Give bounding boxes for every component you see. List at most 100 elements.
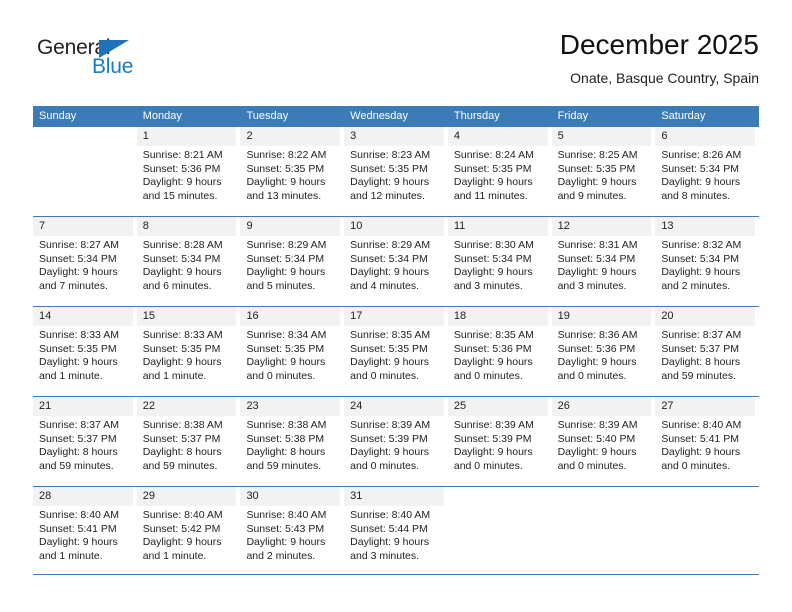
calendar-day-cell[interactable]: 18 Sunrise: 8:35 AM Sunset: 5:36 PM Dayligh… <box>447 307 552 396</box>
day-sunrise-text: Sunrise: 8:33 AM <box>39 329 119 341</box>
calendar-day-cell[interactable]: 25 Sunrise: 8:39 AM Sunset: 5:39 PM Dayligh… <box>447 397 552 486</box>
day-details: Sunrise: 8:37 AM Sunset: 5:37 PM Daylight:… <box>655 326 755 383</box>
calendar-week-row: 21 Sunrise: 8:37 AM Sunset: 5:37 PM Dayligh… <box>33 396 759 486</box>
calendar-day-cell[interactable]: 24 Sunrise: 8:39 AM Sunset: 5:39 PM Dayligh… <box>344 397 448 486</box>
calendar-page: General Blue December 2025 Onate, Basque… <box>0 0 792 612</box>
day-daylight-line2-text: and 9 minutes. <box>557 189 627 202</box>
title-block: December 2025 Onate, Basque Country, Spa… <box>560 28 759 88</box>
calendar-day-cell[interactable]: 28 Sunrise: 8:40 AM Sunset: 5:41 PM Dayligh… <box>33 487 137 574</box>
calendar-day-cell[interactable]: 13 Sunrise: 8:32 AM Sunset: 5:34 PM Dayligh… <box>655 217 759 306</box>
day-daylight-line1-text: Daylight: 9 hours <box>350 446 429 459</box>
day-daylight-line1-text: Daylight: 9 hours <box>661 266 741 279</box>
day-daylight-line2-text: and 13 minutes. <box>246 189 322 202</box>
calendar-day-cell[interactable]: 6 Sunrise: 8:26 AM Sunset: 5:34 PM Daylight… <box>655 127 759 216</box>
general-blue-logo[interactable]: General Blue <box>37 36 217 88</box>
day-number: 31 <box>344 487 444 506</box>
day-sunset-text: Sunset: 5:35 PM <box>246 342 325 355</box>
day-sunset-text: Sunset: 5:42 PM <box>142 522 221 535</box>
day-details: Sunrise: 8:32 AM Sunset: 5:34 PM Daylight:… <box>655 236 755 293</box>
day-daylight-line1-text: Daylight: 9 hours <box>350 356 429 369</box>
calendar-day-cell[interactable]: 30 Sunrise: 8:40 AM Sunset: 5:43 PM Dayligh… <box>240 487 344 574</box>
day-sunrise-text: Sunrise: 8:31 AM <box>557 239 638 251</box>
calendar-day-cell[interactable]: 10 Sunrise: 8:29 AM Sunset: 5:34 PM Dayligh… <box>344 217 448 306</box>
day-details: Sunrise: 8:29 AM Sunset: 5:34 PM Daylight:… <box>240 236 340 293</box>
day-daylight-line1-text: Daylight: 9 hours <box>557 266 637 279</box>
day-details: Sunrise: 8:37 AM Sunset: 5:37 PM Daylight:… <box>33 416 133 473</box>
day-number: 25 <box>447 397 548 416</box>
day-sunset-text: Sunset: 5:36 PM <box>142 162 221 175</box>
day-daylight-line2-text: and 0 minutes. <box>453 459 523 472</box>
day-daylight-line1-text: Daylight: 8 hours <box>142 446 222 459</box>
day-sunset-text: Sunset: 5:34 PM <box>350 252 428 265</box>
day-daylight-line2-text: and 59 minutes. <box>661 369 737 382</box>
day-sunrise-text: Sunrise: 8:26 AM <box>661 149 742 161</box>
day-sunset-text: Sunset: 5:37 PM <box>39 432 117 445</box>
calendar-day-cell[interactable]: 31 Sunrise: 8:40 AM Sunset: 5:44 PM Dayligh… <box>344 487 448 574</box>
day-details: Sunrise: 8:30 AM Sunset: 5:34 PM Daylight:… <box>448 236 548 293</box>
calendar-day-cell[interactable]: 14 Sunrise: 8:33 AM Sunset: 5:35 PM Dayligh… <box>33 307 137 396</box>
day-daylight-line1-text: Daylight: 9 hours <box>661 446 741 459</box>
day-number: 26 <box>551 397 652 416</box>
day-daylight-line1-text: Daylight: 9 hours <box>246 266 326 279</box>
calendar-day-cell[interactable]: 17 Sunrise: 8:35 AM Sunset: 5:35 PM Dayligh… <box>344 307 448 396</box>
day-number: 5 <box>551 127 652 146</box>
day-number: 20 <box>655 307 756 326</box>
calendar-day-cell[interactable]: 23 Sunrise: 8:38 AM Sunset: 5:38 PM Dayligh… <box>240 397 344 486</box>
day-details: Sunrise: 8:40 AM Sunset: 5:41 PM Daylight:… <box>33 506 133 563</box>
calendar-day-cell[interactable]: 22 Sunrise: 8:38 AM Sunset: 5:37 PM Dayligh… <box>136 397 241 486</box>
day-details: Sunrise: 8:39 AM Sunset: 5:39 PM Daylight:… <box>448 416 548 473</box>
calendar-day-cell[interactable]: 11 Sunrise: 8:30 AM Sunset: 5:34 PM Dayligh… <box>447 217 552 306</box>
day-number: 16 <box>240 307 341 326</box>
calendar-day-cell[interactable]: 21 Sunrise: 8:37 AM Sunset: 5:37 PM Dayligh… <box>33 397 137 486</box>
calendar-day-cell[interactable]: 9 Sunrise: 8:29 AM Sunset: 5:34 PM Daylight… <box>240 217 344 306</box>
weekday-header-row: Sunday Monday Tuesday Wednesday Thursday Frid… <box>33 106 759 126</box>
day-daylight-line2-text: and 0 minutes. <box>557 459 627 472</box>
day-sunset-text: Sunset: 5:37 PM <box>142 432 221 445</box>
calendar-day-cell[interactable]: 27 Sunrise: 8:40 AM Sunset: 5:41 PM Dayligh… <box>655 397 759 486</box>
calendar-day-cell[interactable]: 5 Sunrise: 8:25 AM Sunset: 5:35 PM Daylight… <box>551 127 656 216</box>
day-sunset-text: Sunset: 5:35 PM <box>557 162 636 175</box>
day-daylight-line2-text: and 5 minutes. <box>246 279 316 292</box>
logo-text-blue: Blue <box>92 55 134 78</box>
day-details: Sunrise: 8:22 AM Sunset: 5:35 PM Daylight:… <box>240 146 340 203</box>
calendar-day-cell[interactable]: 8 Sunrise: 8:28 AM Sunset: 5:34 PM Daylight… <box>136 217 241 306</box>
day-daylight-line2-text: and 0 minutes. <box>350 459 420 472</box>
calendar-day-cell[interactable]: 1 Sunrise: 8:21 AM Sunset: 5:36 PM Daylight… <box>136 127 241 216</box>
day-number: 28 <box>33 487 133 506</box>
calendar-day-cell[interactable]: 4 Sunrise: 8:24 AM Sunset: 5:35 PM Daylight… <box>447 127 552 216</box>
day-number: 8 <box>136 217 237 236</box>
calendar-day-cell[interactable]: 2 Sunrise: 8:22 AM Sunset: 5:35 PM Daylight… <box>240 127 344 216</box>
day-daylight-line2-text: and 59 minutes. <box>142 459 218 472</box>
day-sunrise-text: Sunrise: 8:30 AM <box>453 239 534 251</box>
calendar-day-cell[interactable]: 7 Sunrise: 8:27 AM Sunset: 5:34 PM Daylight… <box>33 217 137 306</box>
calendar-day-cell[interactable]: 3 Sunrise: 8:23 AM Sunset: 5:35 PM Daylight… <box>344 127 448 216</box>
day-number: 14 <box>33 307 133 326</box>
day-sunrise-text: Sunrise: 8:23 AM <box>350 149 431 161</box>
day-number: 9 <box>240 217 341 236</box>
calendar-day-cell[interactable]: 15 Sunrise: 8:33 AM Sunset: 5:35 PM Dayligh… <box>136 307 241 396</box>
day-daylight-line1-text: Daylight: 8 hours <box>246 446 326 459</box>
calendar-day-cell[interactable]: 26 Sunrise: 8:39 AM Sunset: 5:40 PM Dayligh… <box>551 397 656 486</box>
day-sunrise-text: Sunrise: 8:32 AM <box>661 239 742 251</box>
calendar-day-cell[interactable]: 19 Sunrise: 8:36 AM Sunset: 5:36 PM Dayligh… <box>551 307 656 396</box>
day-daylight-line1-text: Daylight: 9 hours <box>453 176 533 189</box>
calendar-day-cell[interactable]: 12 Sunrise: 8:31 AM Sunset: 5:34 PM Dayligh… <box>551 217 656 306</box>
day-daylight-line1-text: Daylight: 9 hours <box>39 356 118 369</box>
calendar-day-cell[interactable]: 29 Sunrise: 8:40 AM Sunset: 5:42 PM Dayligh… <box>136 487 241 574</box>
day-sunrise-text: Sunrise: 8:24 AM <box>453 149 534 161</box>
page-header: General Blue December 2025 Onate, Basque… <box>33 28 759 100</box>
calendar-day-cell[interactable]: 20 Sunrise: 8:37 AM Sunset: 5:37 PM Dayligh… <box>655 307 759 396</box>
day-daylight-line2-text: and 3 minutes. <box>557 279 627 292</box>
day-daylight-line2-text: and 59 minutes. <box>246 459 322 472</box>
day-sunset-text: Sunset: 5:41 PM <box>661 432 739 445</box>
calendar-day-cell-empty <box>655 487 759 574</box>
day-number: 24 <box>344 397 444 416</box>
day-number: 29 <box>136 487 237 506</box>
day-daylight-line1-text: Daylight: 9 hours <box>557 356 637 369</box>
day-daylight-line1-text: Daylight: 9 hours <box>142 356 222 369</box>
calendar-grid: Sunday Monday Tuesday Wednesday Thursday Frid… <box>33 106 759 575</box>
day-sunset-text: Sunset: 5:34 PM <box>557 252 636 265</box>
calendar-day-cell[interactable]: 16 Sunrise: 8:34 AM Sunset: 5:35 PM Dayligh… <box>240 307 344 396</box>
day-sunrise-text: Sunrise: 8:40 AM <box>661 419 742 431</box>
day-sunset-text: Sunset: 5:36 PM <box>453 342 532 355</box>
